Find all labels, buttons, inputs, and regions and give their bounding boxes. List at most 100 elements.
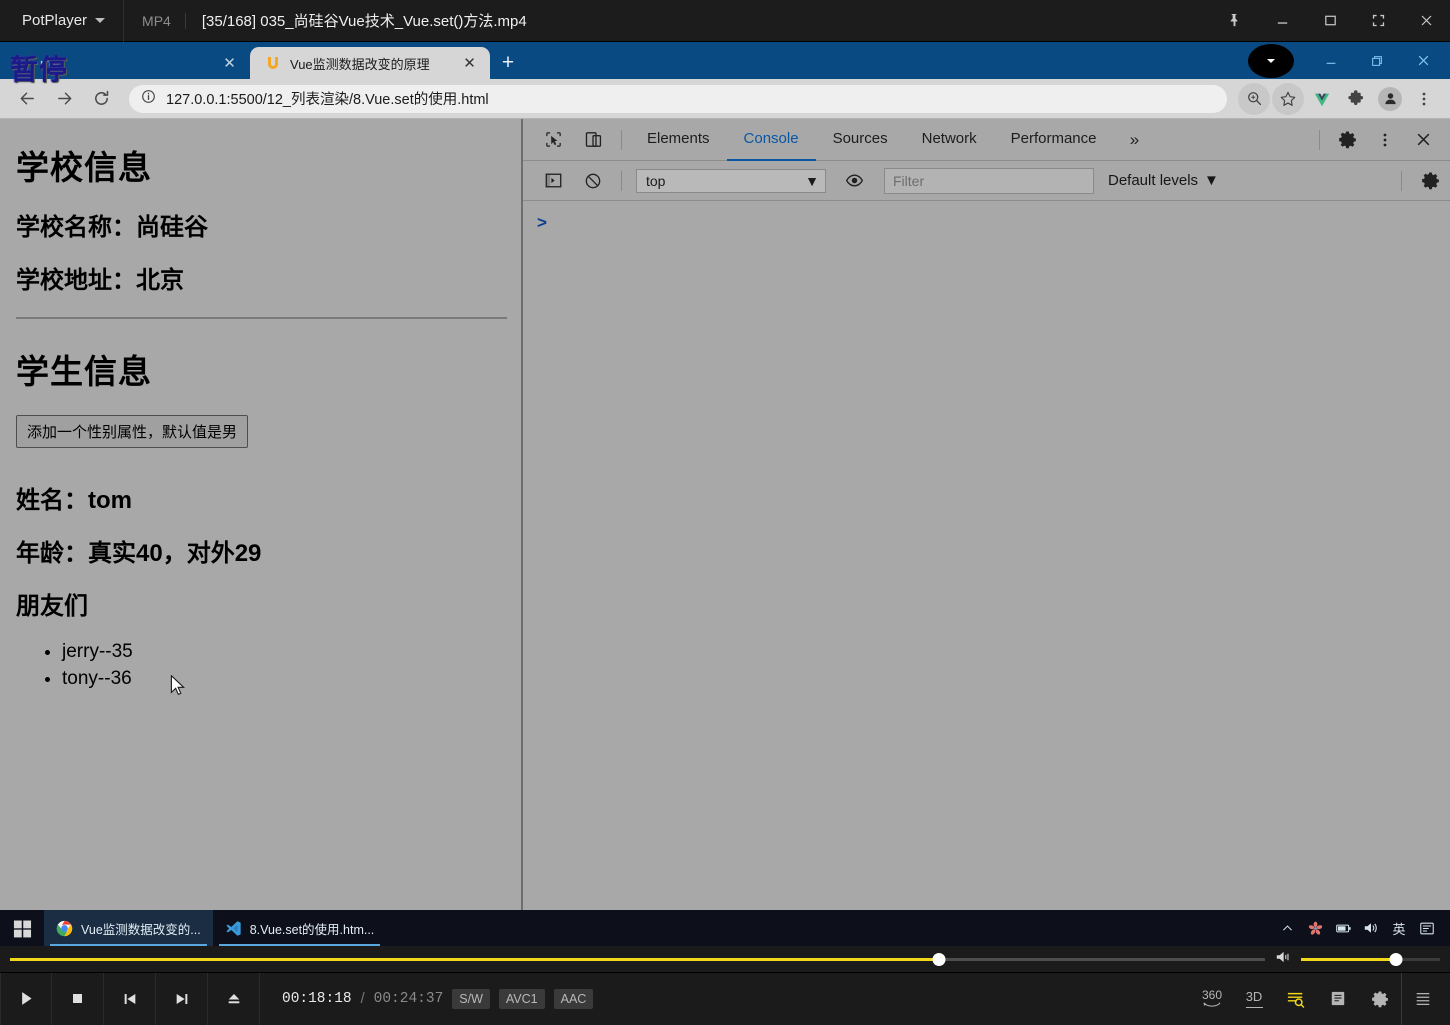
volume-group bbox=[1275, 950, 1440, 969]
stop-button[interactable] bbox=[52, 972, 104, 1025]
divider bbox=[1319, 129, 1320, 150]
console-prompt-icon: > bbox=[537, 213, 547, 232]
notifications-icon[interactable] bbox=[1414, 910, 1440, 946]
list-item: tony--36 bbox=[62, 666, 507, 692]
minimize-icon[interactable] bbox=[1308, 44, 1354, 78]
extensions-puzzle-icon[interactable] bbox=[1340, 83, 1372, 115]
taskbar-item-vscode[interactable]: 8.Vue.set的使用.htm... bbox=[213, 910, 387, 946]
bookmark-star-icon[interactable] bbox=[1272, 82, 1304, 115]
tab-search-icon[interactable] bbox=[1248, 43, 1294, 78]
language-indicator[interactable]: 英 bbox=[1386, 910, 1412, 946]
add-gender-button[interactable]: 添加一个性别属性，默认值是男 bbox=[16, 415, 249, 448]
profile-avatar-icon[interactable] bbox=[1374, 83, 1406, 115]
show-hidden-icons-icon[interactable] bbox=[1274, 910, 1300, 946]
school-name-line: 学校名称：尚硅谷 bbox=[16, 214, 208, 241]
console-filter-input[interactable]: Filter bbox=[884, 167, 1094, 194]
volume-icon[interactable] bbox=[1275, 950, 1293, 969]
device-toolbar-icon[interactable] bbox=[573, 119, 613, 161]
media-filename-label: [35/168] 035_尚硅谷Vue技术_Vue.set()方法.mp4 bbox=[201, 13, 527, 30]
close-devtools-icon[interactable] bbox=[1404, 119, 1442, 161]
rendered-web-page: 学校信息 学校名称：尚硅谷 学校地址：北京 学生信息 添加一个性别属性，默认值是… bbox=[0, 119, 523, 910]
chevron-down-icon: ▼ bbox=[1204, 172, 1219, 189]
minimize-icon[interactable] bbox=[1258, 0, 1306, 42]
previous-button[interactable] bbox=[104, 972, 156, 1025]
volume-icon[interactable] bbox=[1358, 910, 1384, 946]
battery-icon[interactable] bbox=[1330, 910, 1356, 946]
decoder-badge: S/W bbox=[452, 988, 490, 1009]
console-settings-icon[interactable] bbox=[1410, 160, 1450, 202]
pin-icon[interactable] bbox=[1210, 0, 1258, 42]
reload-icon[interactable] bbox=[84, 82, 118, 116]
devtools-tab-list: Elements Console Sources Network Perform… bbox=[630, 119, 1156, 161]
player-right-controls: 360 3D bbox=[1191, 972, 1450, 1025]
close-icon[interactable]: ✕ bbox=[461, 55, 478, 72]
forward-icon[interactable] bbox=[47, 82, 81, 116]
current-time: 00:18:18 bbox=[282, 990, 352, 1007]
tab-sources[interactable]: Sources bbox=[816, 119, 905, 161]
more-tabs-icon[interactable]: » bbox=[1114, 119, 1156, 161]
playlist-search-icon[interactable] bbox=[1275, 973, 1317, 1025]
restore-icon[interactable] bbox=[1354, 44, 1400, 78]
potplayer-menu-button[interactable]: PotPlayer bbox=[0, 0, 125, 42]
potplayer-controls: 00:18:18 / 00:24:37 S/W AVC1 AAC 360 3D bbox=[0, 946, 1450, 1025]
volume-slider-fill bbox=[1301, 957, 1396, 961]
settings-gear-icon[interactable] bbox=[1328, 119, 1366, 161]
clear-console-icon[interactable] bbox=[573, 160, 613, 202]
windows-start-icon[interactable] bbox=[0, 910, 44, 946]
playlist-panel-icon[interactable] bbox=[1402, 973, 1444, 1025]
tab-network[interactable]: Network bbox=[905, 119, 994, 161]
live-expression-icon[interactable] bbox=[834, 160, 874, 202]
close-icon[interactable]: ✕ bbox=[221, 55, 238, 72]
friends-list: jerry--35 tony--36 bbox=[62, 639, 507, 692]
zoom-icon[interactable] bbox=[1238, 82, 1270, 115]
taskbar-item-chrome[interactable]: Vue监测数据改变的... bbox=[44, 910, 213, 946]
sidebar-toggle-icon[interactable] bbox=[533, 160, 573, 202]
volume-slider-thumb[interactable] bbox=[1389, 952, 1403, 966]
tab-performance[interactable]: Performance bbox=[994, 119, 1114, 161]
site-info-icon[interactable] bbox=[141, 89, 156, 108]
school-address-line: 学校地址：北京 bbox=[16, 267, 184, 294]
close-icon[interactable] bbox=[1402, 0, 1450, 42]
tab-elements[interactable]: Elements bbox=[630, 119, 727, 161]
new-tab-button[interactable]: + bbox=[490, 47, 526, 79]
volume-slider[interactable] bbox=[1301, 952, 1440, 966]
console-levels-dropdown[interactable]: Default levels ▼ bbox=[1108, 172, 1219, 189]
tab-title: Vue监测数据改变的原理 bbox=[290, 56, 430, 72]
browser-tab-2[interactable]: Vue监测数据改变的原理 ✕ bbox=[250, 47, 490, 79]
preferences-gear-icon[interactable] bbox=[1359, 973, 1401, 1025]
chevron-down-icon[interactable] bbox=[95, 18, 106, 23]
fullscreen-icon[interactable] bbox=[1354, 0, 1402, 42]
close-icon[interactable] bbox=[1400, 44, 1446, 78]
play-button[interactable] bbox=[0, 972, 52, 1025]
console-output-area[interactable]: > bbox=[523, 201, 1450, 910]
devtools-menu-icon[interactable] bbox=[1366, 119, 1404, 161]
browser-tab-1[interactable]: rror ✕ bbox=[0, 47, 250, 79]
inspect-element-icon[interactable] bbox=[533, 119, 573, 161]
playlist-icon[interactable] bbox=[1317, 973, 1359, 1025]
chrome-toolbar: 127.0.0.1:5500/12_列表渲染/8.Vue.set的使用.html bbox=[0, 79, 1450, 119]
three-d-label: 3D bbox=[1245, 988, 1263, 1004]
chrome-menu-icon[interactable] bbox=[1408, 83, 1440, 115]
filter-placeholder: Filter bbox=[893, 172, 925, 189]
seek-row bbox=[0, 946, 1450, 972]
vscode-icon bbox=[225, 920, 242, 937]
potplayer-window-buttons bbox=[1210, 0, 1450, 42]
seek-bar[interactable] bbox=[10, 952, 1265, 966]
console-context-select[interactable]: top ▼ bbox=[636, 168, 826, 193]
seek-bar-thumb[interactable] bbox=[932, 952, 946, 966]
time-display: 00:18:18 / 00:24:37 S/W AVC1 AAC bbox=[260, 988, 594, 1009]
three-d-button[interactable]: 3D bbox=[1233, 973, 1275, 1025]
back-icon[interactable] bbox=[10, 82, 44, 116]
vue-devtools-icon[interactable] bbox=[1306, 83, 1338, 115]
address-bar[interactable]: 127.0.0.1:5500/12_列表渲染/8.Vue.set的使用.html bbox=[129, 84, 1227, 113]
eject-button[interactable] bbox=[208, 972, 260, 1025]
screen-root: PotPlayer MP4 [35/168] 035_尚硅谷Vue技术_Vue.… bbox=[0, 0, 1450, 1025]
potplayer-app-name: PotPlayer bbox=[22, 12, 88, 29]
vr360-button[interactable]: 360 bbox=[1191, 973, 1233, 1025]
sakura-ime-icon[interactable] bbox=[1302, 910, 1328, 946]
tab-console[interactable]: Console bbox=[726, 119, 816, 161]
next-button[interactable] bbox=[156, 972, 208, 1025]
divider bbox=[621, 170, 622, 191]
maximize-icon[interactable] bbox=[1306, 0, 1354, 42]
vr360-label: 360 bbox=[1201, 987, 1223, 1002]
